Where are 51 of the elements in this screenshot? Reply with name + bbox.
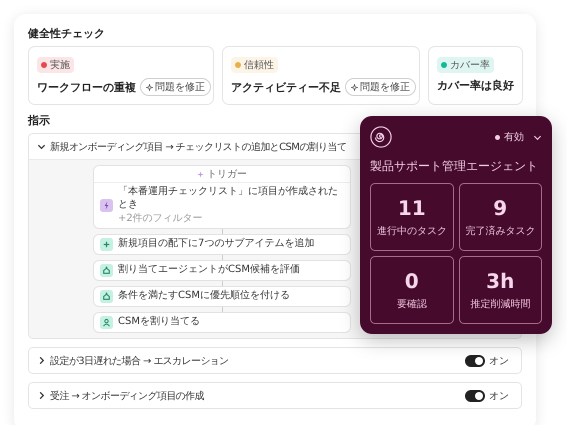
health-message: ワークフローの重複	[37, 80, 136, 94]
status-tag: 信頼性	[231, 57, 278, 73]
step-text: CSMを割り当てる	[118, 316, 200, 329]
spiral-logo-icon	[370, 126, 392, 148]
rule-header[interactable]: 受注 → オンボーディング項目の作成 オン	[29, 383, 521, 408]
toggle-switch[interactable]	[465, 390, 485, 402]
rule-title: 新規オンボーディング項目 → チェックリストの追加とCSMの割り当て	[50, 140, 348, 154]
trigger-text: 「本番運用チェックリスト」に項目が作成されたとき	[118, 186, 339, 211]
step-card[interactable]: 条件を満たすCSMに優先順位を付ける	[93, 286, 351, 307]
stat-value: 0	[404, 269, 419, 293]
step-text: 割り当てエージェントがCSM候補を評価	[118, 264, 300, 277]
status-tag: カバー率	[437, 57, 494, 73]
health-message: アクティビティー不足	[231, 80, 341, 94]
toggle-switch[interactable]	[465, 354, 485, 366]
step-card[interactable]: 新規項目の配下に7つのサブアイテムを追加	[93, 234, 351, 255]
section-title: 指示	[28, 113, 51, 128]
sparkle-icon	[146, 84, 153, 90]
health-message: カバー率は良好	[437, 78, 514, 93]
step-text: 条件を満たすCSMに優先順位を付ける	[118, 290, 290, 303]
rule-title: 受注 → オンボーディング項目の作成	[50, 390, 205, 402]
step-card[interactable]: 割り当てエージェントがCSM候補を評価	[93, 260, 351, 281]
person-icon	[100, 316, 113, 329]
rule-title: 設定が3日遅れた場合 → エスカレーション	[50, 354, 230, 368]
step-card[interactable]: CSMを割り当てる	[93, 312, 351, 333]
filter-count: +2件のフィルター	[118, 212, 204, 225]
stat-value: 3h	[486, 269, 514, 293]
sparkle-icon	[197, 170, 204, 178]
stat-label: 完了済みタスク	[465, 224, 536, 238]
stat-label: 推定削減時間	[470, 298, 530, 311]
status-tag: 実施	[37, 57, 74, 73]
bolt-icon	[100, 199, 113, 212]
toggle-label: オン	[489, 354, 509, 368]
fix-button[interactable]: 問題を修正	[140, 78, 211, 96]
chevron-icon	[37, 356, 46, 365]
stat-label: 要確認	[396, 298, 427, 311]
stat-value: 9	[493, 196, 508, 220]
agent-name: 製品サポート管理エージェント	[370, 158, 539, 175]
plus-icon	[100, 238, 113, 251]
trigger-card[interactable]: トリガー 「本番運用チェックリスト」に項目が作成されたとき +2件のフィルター	[93, 165, 351, 229]
stat-value: 11	[398, 196, 426, 220]
rule-header[interactable]: 設定が3日遅れた場合 → エスカレーション オン	[29, 348, 521, 373]
trigger-label: トリガー	[207, 168, 247, 181]
sparkle-icon	[351, 84, 358, 90]
section-title: 健全性チェック	[28, 26, 106, 41]
chevron-icon	[37, 142, 46, 151]
status-label: 有効	[504, 130, 524, 144]
stat-label: 進行中のタスク	[376, 224, 447, 238]
fix-button[interactable]: 問題を修正	[345, 78, 416, 96]
toggle-label: オン	[489, 390, 509, 402]
step-text: 新規項目の配下に7つのサブアイテムを追加	[118, 238, 314, 251]
chevron-icon	[37, 391, 46, 400]
